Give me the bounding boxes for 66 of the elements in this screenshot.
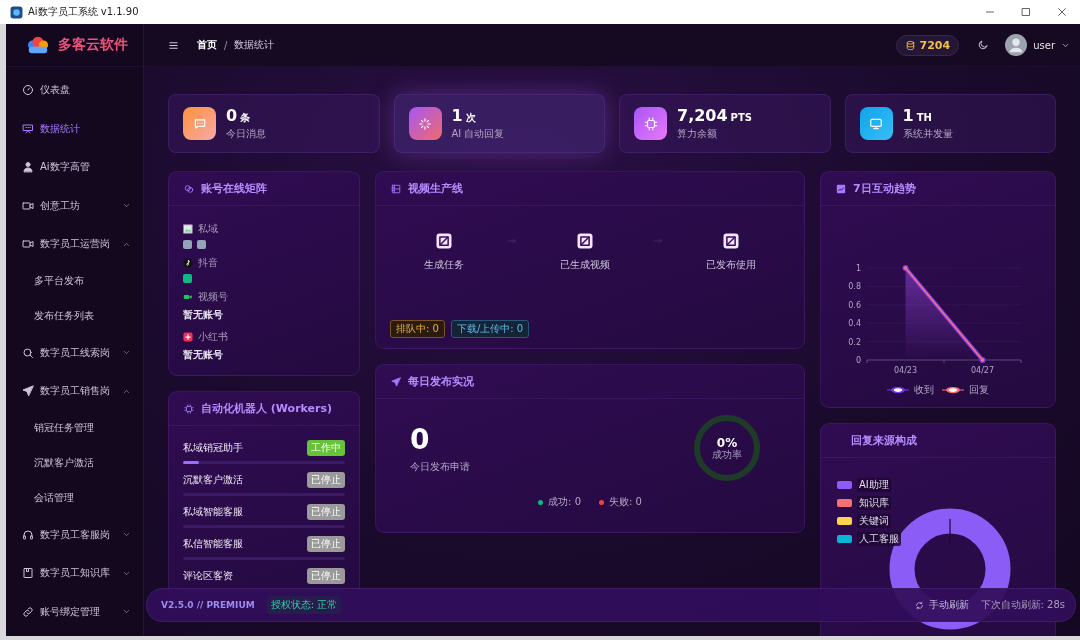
auto-refresh-countdown: 下次自动刷新: 28s	[980, 598, 1065, 612]
platform-name: 抖音	[198, 256, 218, 270]
stat-value: 1	[451, 106, 463, 125]
publish-count-label: 今日发布申请	[410, 459, 470, 474]
worker-name: 沉默客户激活	[183, 473, 243, 487]
stat-value: 7,204	[677, 106, 728, 125]
worker-name: 私信智能客服	[183, 537, 243, 551]
legend-label: 成功: 0	[548, 495, 581, 509]
legend-label: 人工客服	[857, 532, 901, 546]
breadcrumb-separator: /	[224, 39, 228, 51]
status-badge: 已停止	[307, 472, 345, 488]
card-title: 自动化机器人 (Workers)	[201, 401, 333, 416]
window-title: Ai数字员工系统 v1.1.90	[28, 5, 139, 19]
worker-name: 私域智能客服	[183, 505, 243, 519]
legend-label: 回复	[969, 383, 989, 397]
stat-label: 算力余额	[677, 127, 718, 141]
platform-name: 私域	[198, 222, 218, 236]
step-label: 已生成视频	[560, 258, 610, 272]
status-badge: 已停止	[307, 504, 345, 520]
stat-label: 今日消息	[226, 127, 266, 141]
success-rate-label: 成功率	[712, 448, 742, 460]
status-badge: 下载/上传中: 0	[450, 320, 530, 338]
step-label: 已发布使用	[706, 258, 756, 272]
points-value: 7204	[919, 38, 951, 52]
stat-label: AI 自动回复	[451, 127, 505, 141]
stat-unit: 条	[240, 111, 251, 125]
card-title: 账号在线矩阵	[201, 181, 267, 196]
license-status: 授权状态: 正常	[266, 596, 342, 614]
y-tick-label: 0.6	[848, 300, 861, 310]
stat-unit: 次	[465, 111, 476, 125]
version-label: V2.5.0 // PREMIUM	[161, 600, 255, 610]
card-title: 7日互动趋势	[853, 181, 916, 196]
stat-unit: TH	[916, 112, 932, 123]
status-badge: 排队中: 0	[390, 320, 445, 338]
y-tick-label: 1	[855, 264, 861, 273]
x-tick-label: 04/23	[893, 366, 918, 375]
card-title: 视频生产线	[408, 181, 463, 196]
stat-unit: PTS	[730, 112, 752, 123]
stat-label: 系统并发量	[902, 127, 953, 141]
status-badge: 工作中	[307, 440, 345, 456]
card-title: 每日发布实况	[408, 374, 474, 389]
empty-account-text: 暂无账号	[183, 348, 224, 362]
success-rate-value: 0%	[716, 436, 738, 449]
y-tick-label: 0	[855, 356, 861, 365]
platform-name: 小红书	[198, 330, 228, 344]
legend-label: 失败: 0	[609, 495, 642, 509]
legend-label: 关键词	[857, 514, 891, 528]
stat-value: 0	[226, 106, 238, 125]
platform-name: 视频号	[198, 290, 228, 304]
y-tick-label: 0.2	[848, 337, 861, 347]
brand-name: 多客云软件	[58, 36, 128, 54]
step-label: 生成任务	[424, 258, 464, 272]
legend-label: 收到	[914, 383, 934, 397]
empty-account-text: 暂无账号	[183, 308, 224, 322]
y-tick-label: 0.8	[848, 282, 861, 292]
worker-name: 私域销冠助手	[183, 441, 243, 455]
status-badge: 已停止	[307, 568, 345, 584]
status-badge: 已停止	[307, 536, 345, 552]
x-tick-label: 04/27	[970, 366, 995, 375]
legend-label: 知识库	[857, 496, 891, 510]
publish-count: 0	[410, 422, 431, 456]
card-title: 回复来源构成	[851, 433, 917, 448]
legend-label: AI助理	[857, 478, 891, 492]
stat-value: 1	[902, 106, 914, 125]
worker-name: 评论区客资	[183, 569, 233, 583]
y-tick-label: 0.4	[848, 319, 861, 329]
